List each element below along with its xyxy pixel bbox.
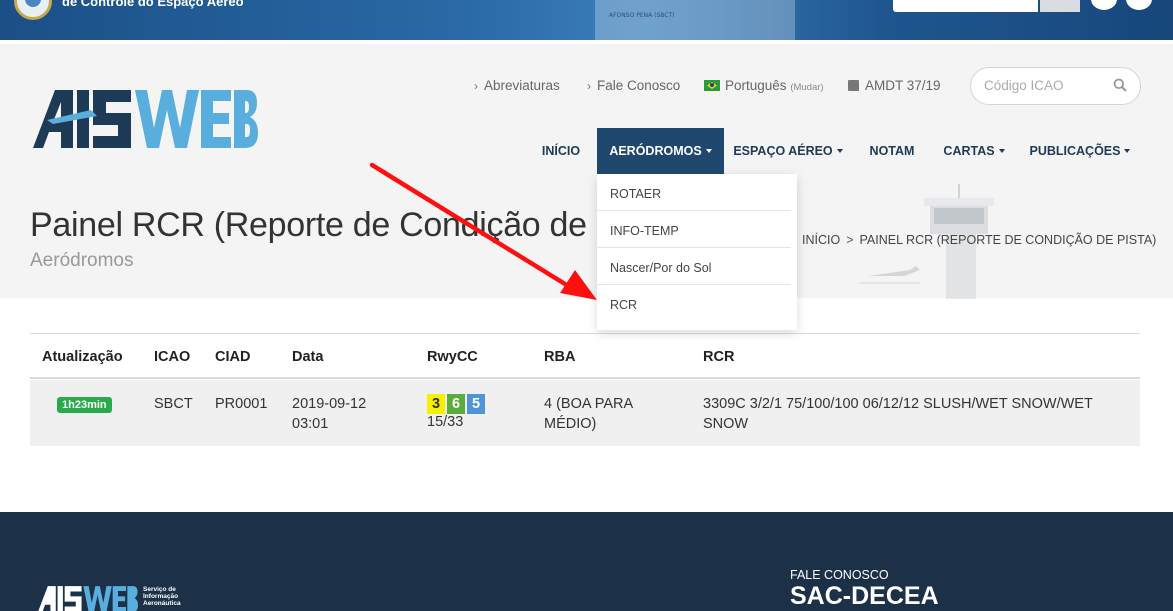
cell-runway: 15/33 — [427, 414, 464, 430]
cell-icao: SBCT — [154, 396, 193, 412]
cell-ciad: PR0001 — [215, 396, 268, 412]
nav-aerodromos-label: AERÓDROMOS — [609, 144, 702, 158]
nav-cartas[interactable]: CARTAS — [937, 128, 1011, 174]
nav-espaco-aereo[interactable]: ESPAÇO AÉREO — [729, 128, 847, 174]
caret-down-icon — [1124, 149, 1131, 153]
brazil-flag-icon — [704, 80, 720, 91]
nav-aerodromos[interactable]: AERÓDROMOS — [597, 128, 724, 174]
column-header[interactable]: CIAD — [215, 349, 250, 365]
cell-date: 2019-09-12 03:01 — [292, 394, 366, 434]
nav-cartas-label: CARTAS — [943, 144, 995, 158]
menu-item-info-temp[interactable]: INFO-TEMP — [597, 211, 791, 248]
top-search-button[interactable] — [1040, 0, 1080, 12]
column-header[interactable]: ICAO — [154, 349, 190, 365]
nav-notam-label: NOTAM — [869, 144, 915, 158]
cell-rcr-line: 3309C 3/2/1 75/100/100 06/12/12 SLUSH/WE… — [703, 396, 1093, 412]
cell-rwycc: 365 15/33 — [427, 394, 487, 430]
cell-rba: 4 (BOA PARA MÉDIO) — [544, 394, 633, 434]
cell-date-day: 2019-09-12 — [292, 396, 367, 412]
column-header[interactable]: Atualização — [42, 349, 123, 365]
amdt-label: AMDT 37/19 — [865, 78, 941, 93]
footer-service-line: Informação — [143, 593, 179, 600]
chevron-right-icon: › — [474, 79, 478, 93]
footer-service-line: Aeronáutica — [143, 600, 181, 607]
rwycc-value: 5 — [467, 394, 485, 414]
nav-publicacoes[interactable]: PUBLICAÇÕES — [1024, 128, 1136, 174]
top-banner: de Controle do Espaço Aéreo AFONSO PENA … — [0, 0, 1173, 40]
page-title: Painel RCR (Reporte de Condição de Pista… — [30, 206, 682, 244]
org-name: de Controle do Espaço Aéreo — [62, 0, 244, 9]
amdt-link[interactable]: AMDT 37/19 — [848, 78, 941, 93]
banner-chart-image: AFONSO PENA (SBCT) — [595, 0, 795, 40]
caret-down-icon — [705, 149, 712, 153]
nav-notam[interactable]: NOTAM — [857, 128, 927, 174]
footer-contact-value[interactable]: SAC-DECEA — [790, 582, 939, 611]
rwycc-value: 3 — [427, 394, 445, 414]
decea-emblem-icon — [14, 0, 52, 20]
cell-rcr: 3309C 3/2/1 75/100/100 06/12/12 SLUSH/WE… — [703, 394, 1093, 434]
link-fale-conosco[interactable]: › Fale Conosco — [587, 78, 680, 93]
icao-search-box — [970, 67, 1141, 105]
search-icon[interactable] — [1113, 78, 1127, 92]
breadcrumb-separator: > — [846, 233, 854, 247]
link-abreviaturas-label: Abreviaturas — [484, 78, 560, 93]
footer-service-line: Serviço de — [143, 586, 176, 593]
nav-espaco-aereo-label: ESPAÇO AÉREO — [733, 144, 833, 158]
banner-chart-text: AFONSO PENA (SBCT) — [609, 12, 675, 19]
chevron-right-icon: › — [587, 79, 591, 93]
calendar-icon — [848, 80, 859, 91]
language-selector[interactable]: Português (Mudar) — [704, 78, 824, 93]
table-row: 1h23min SBCT PR0001 2019-09-12 03:01 365 … — [30, 380, 1140, 446]
nav-inicio-label: INÍCIO — [541, 144, 581, 158]
link-fale-conosco-label: Fale Conosco — [597, 78, 681, 93]
language-change-label: (Mudar) — [790, 82, 824, 93]
breadcrumb-current: PAINEL RCR (REPORTE DE CONDIÇÃO DE PISTA… — [859, 233, 1157, 247]
rwycc-value: 6 — [447, 394, 465, 414]
menu-item-nascer-por-do-sol[interactable]: Nascer/Por do Sol — [597, 248, 791, 285]
breadcrumb-home[interactable]: INÍCIO — [802, 233, 840, 247]
link-abreviaturas[interactable]: › Abreviaturas — [474, 78, 560, 93]
language-label: Português — [725, 78, 787, 93]
menu-item-rcr[interactable]: RCR — [597, 285, 791, 322]
caret-down-icon — [998, 149, 1005, 153]
footer-contact-label: FALE CONOSCO — [790, 568, 889, 582]
accessibility-icon[interactable] — [1091, 0, 1117, 10]
aisweb-footer-logo[interactable] — [38, 584, 138, 611]
breadcrumb: INÍCIO > PAINEL RCR (REPORTE DE CONDIÇÃO D… — [802, 233, 1156, 247]
top-search-input[interactable] — [893, 0, 1038, 12]
column-header[interactable]: RBA — [544, 349, 575, 365]
menu-item-rotaer[interactable]: ROTAER — [597, 174, 791, 211]
nav-inicio[interactable]: INÍCIO — [530, 128, 592, 174]
caret-down-icon — [836, 149, 843, 153]
aerodromos-dropdown-menu: ROTAER INFO-TEMP Nascer/Por do Sol RCR — [597, 174, 797, 330]
cell-date-time: 03:01 — [292, 416, 329, 432]
footer-service-name: Serviço de Informação Aeronáutica — [143, 586, 181, 607]
nav-publicacoes-label: PUBLICAÇÕES — [1029, 144, 1121, 158]
site-header: › Abreviaturas › Fale Conosco Português (M… — [0, 44, 1173, 299]
page-subtitle: Aeródromos — [30, 250, 134, 271]
contrast-icon[interactable] — [1126, 0, 1152, 10]
aisweb-logo[interactable] — [33, 88, 258, 150]
cell-rba-line: 4 (BOA PARA — [544, 396, 634, 412]
update-age-badge: 1h23min — [57, 397, 112, 413]
column-header[interactable]: RCR — [703, 349, 734, 365]
table-header: Atualização ICAO CIAD Data RwyCC RBA RCR — [30, 333, 1140, 379]
column-header[interactable]: Data — [292, 349, 323, 365]
site-footer: Serviço de Informação Aeronáutica FALE C… — [0, 512, 1173, 611]
cell-rba-line: MÉDIO) — [544, 416, 597, 432]
cell-rcr-line: SNOW — [703, 416, 749, 432]
icao-search-input[interactable] — [984, 78, 1104, 93]
column-header[interactable]: RwyCC — [427, 349, 478, 365]
